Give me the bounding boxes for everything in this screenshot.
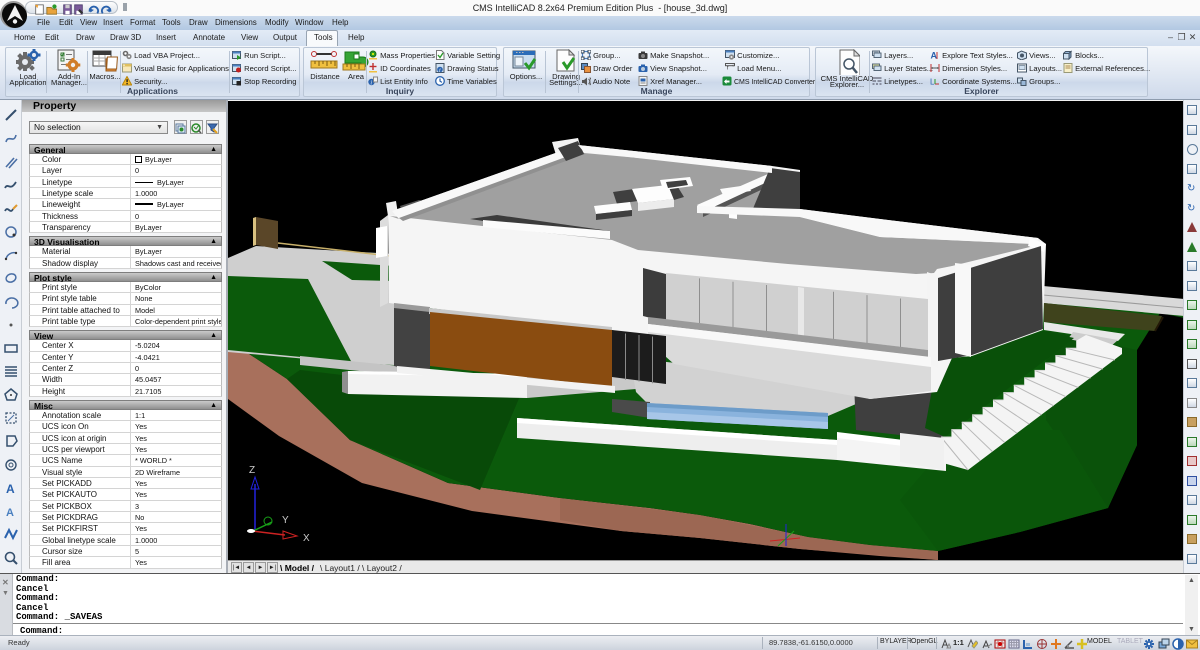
svg-text:Z: Z xyxy=(249,465,255,476)
svg-text:X: X xyxy=(303,533,310,544)
svg-text:A: A xyxy=(6,482,15,496)
svg-text:A: A xyxy=(6,507,14,519)
svg-text:A: A xyxy=(931,51,938,61)
svg-text:L: L xyxy=(930,78,935,87)
svg-text:Y: Y xyxy=(282,515,289,526)
